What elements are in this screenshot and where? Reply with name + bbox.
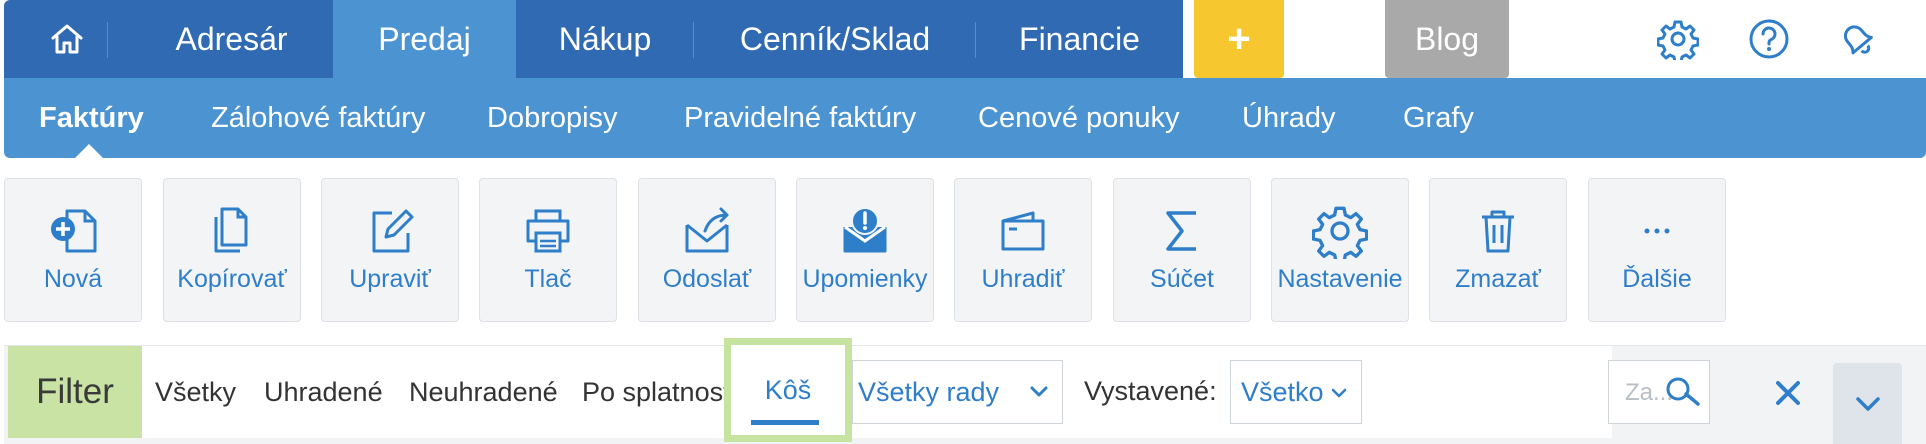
expand-filter-button[interactable] [1833,363,1902,444]
nav-item-label: Financie [1019,20,1140,57]
send-button[interactable]: Odoslať [638,178,776,322]
reminders-button[interactable]: Upomienky [796,178,934,322]
new-document-icon [51,209,97,253]
nav-item-predaj[interactable]: Predaj [333,0,516,78]
subnav-item-label: Pravidelné faktúry [684,101,917,134]
nav-item-label: Predaj [378,20,471,57]
main-navigation: Adresár Predaj Nákup Cenník/Sklad Financ… [4,0,1926,78]
close-icon [1776,381,1800,405]
issued-label: Vystavené: [1084,375,1217,406]
pay-button-label: Uhradiť [981,265,1065,293]
delete-button[interactable]: Zmazať [1429,178,1567,322]
more-icon [1644,228,1670,234]
reminders-button-label: Upomienky [802,265,928,293]
chevron-down-icon [1331,388,1347,398]
subnav-item-label: Grafy [1403,101,1474,134]
notification-bell-icon [1843,25,1873,55]
settings-toolbar-button-label: Nastavenie [1277,265,1403,293]
active-filter-underline [751,420,819,425]
subnav-item-pravidelne-faktury[interactable]: Pravidelné faktúry [684,78,916,158]
subnav-item-label: Faktúry [39,101,144,134]
new-button-label: Nová [43,265,103,293]
subnav-item-label: Úhrady [1242,101,1336,134]
filter-option-unpaid[interactable]: Neuhradené [409,346,558,438]
edit-button[interactable]: Upraviť [321,178,459,322]
filter-label: Filter [8,346,142,438]
pay-button[interactable]: Uhradiť [954,178,1092,322]
print-button[interactable]: Tlač [479,178,617,322]
chevron-down-icon [1030,386,1048,397]
trash-icon [1482,210,1514,253]
subnav-item-zalohove-faktury[interactable]: Zálohové faktúry [211,78,425,158]
chevron-down-icon [1855,396,1880,411]
issued-select[interactable]: Všetko [1230,360,1362,424]
reminder-icon [843,207,887,253]
nav-item-nakup[interactable]: Nákup [516,0,694,78]
series-select[interactable]: Všetky rady [852,360,1063,424]
help-icon [1749,19,1789,59]
blog-button[interactable]: Blog [1385,0,1509,78]
subnav-item-label: Cenové ponuky [978,101,1180,134]
filter-option-trash[interactable]: Kôš [724,338,852,442]
subnav-item-label: Dobropisy [487,101,618,134]
gear-icon [1312,206,1368,259]
wallet-icon [1001,211,1045,251]
nav-home[interactable] [4,0,130,78]
sum-button[interactable]: Súčet [1113,178,1251,322]
more-button-label: Ďalšie [1622,265,1692,293]
sum-button-label: Súčet [1150,265,1214,293]
edit-icon [372,209,414,253]
clear-filter-button[interactable] [1770,375,1806,411]
help-button[interactable] [1746,16,1792,62]
more-button[interactable]: Ďalšie [1588,178,1726,322]
nav-item-adresar[interactable]: Adresár [130,0,333,78]
notifications-button[interactable] [1834,16,1880,62]
sum-icon [1166,211,1196,251]
search-field[interactable] [1608,360,1710,424]
edit-button-label: Upraviť [349,265,431,293]
nav-separator [107,22,108,58]
filter-option-overdue[interactable]: Po splatnosti [582,346,737,438]
nav-item-financie[interactable]: Financie [976,0,1183,78]
gear-icon [1657,20,1699,60]
subnav-item-dobropisy[interactable]: Dobropisy [487,78,618,158]
nav-item-label: Cenník/Sklad [739,20,931,57]
search-icon [1666,377,1700,406]
copy-icon [214,207,248,253]
add-new-button[interactable]: + [1194,0,1284,78]
delete-button-label: Zmazať [1455,265,1541,293]
blog-label: Blog [1414,20,1480,57]
nav-item-label: Adresár [175,20,288,57]
subnav-item-grafy[interactable]: Grafy [1403,78,1474,158]
plus-icon: + [1227,16,1251,61]
issued-select-value: Všetko [1241,376,1324,407]
send-icon [685,207,729,253]
settings-toolbar-button[interactable]: Nastavenie [1271,178,1409,322]
subnav-item-uhrady[interactable]: Úhrady [1242,78,1336,158]
print-icon [526,209,570,253]
filter-option-paid[interactable]: Uhradené [264,346,383,438]
send-button-label: Odoslať [662,265,752,293]
copy-button[interactable]: Kopírovať [163,178,301,322]
home-icon [51,24,83,54]
filter-option-trash-label: Kôš [764,374,812,405]
sub-navigation: Faktúry Zálohové faktúry Dobropisy Pravi… [4,78,1926,158]
series-select-value: Všetky rady [858,376,1000,407]
active-subnav-indicator [75,144,103,158]
subnav-item-label: Zálohové faktúry [211,101,426,134]
nav-item-label: Nákup [558,20,652,57]
copy-button-label: Kopírovať [177,265,287,293]
print-button-label: Tlač [524,265,572,293]
subnav-item-cenove-ponuky[interactable]: Cenové ponuky [978,78,1180,158]
settings-button[interactable] [1655,16,1701,62]
new-button[interactable]: Nová [4,178,142,322]
filter-option-all[interactable]: Všetky [155,346,237,438]
nav-item-cennik-sklad[interactable]: Cenník/Sklad [694,0,976,78]
